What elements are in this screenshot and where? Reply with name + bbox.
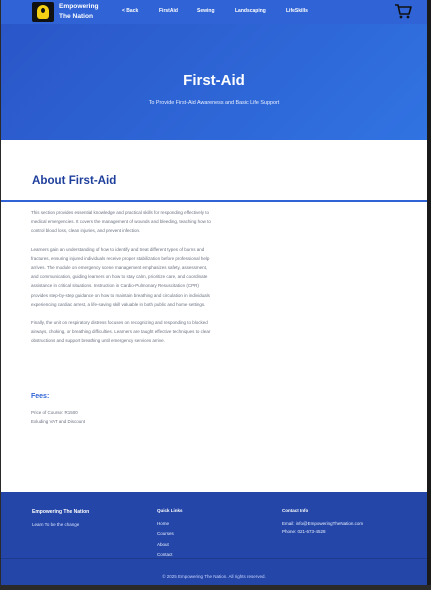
fee-note: Exluding VAT and Discount — [31, 419, 86, 424]
logo[interactable] — [32, 2, 54, 22]
contact-info-title: Contact Info — [282, 508, 309, 513]
brand-line-2: The Nation — [59, 13, 94, 20]
footer-link-home[interactable]: Home — [157, 521, 169, 526]
footer-tagline: Learn To be the change — [32, 522, 80, 527]
brand-name[interactable]: Empowering The Nation — [59, 2, 119, 22]
hero-title: First-Aid — [183, 72, 245, 89]
top-navbar: Empowering The Nation < Back FirstAid Se… — [1, 0, 427, 24]
footer-brand: Empowering The Nation — [32, 509, 90, 515]
hero-banner: First-Aid To Provide First-Aid Awareness… — [1, 24, 427, 140]
quick-links-title: Quick Links — [157, 508, 183, 513]
about-paragraph: This section provides essential knowledg… — [31, 210, 211, 234]
about-paragraph: Finally, the unit on respiratory distres… — [31, 320, 211, 344]
lightbulb-logo-icon — [37, 5, 49, 19]
about-paragraph: Learners gain an understanding of how to… — [31, 246, 210, 307]
hero-subtitle: To Provide First-Aid Awareness and Basic… — [148, 100, 280, 106]
window-scrollbar[interactable] — [427, 0, 431, 590]
nav-back[interactable]: < Back — [122, 8, 138, 14]
about-section-header: About First-Aid — [1, 140, 427, 202]
fee-price: Price of Course: R1500 — [31, 410, 78, 415]
footer-link-about[interactable]: About — [157, 542, 169, 547]
footer-link-contact[interactable]: Contact — [157, 552, 173, 557]
nav-landscaping[interactable]: Landscaping — [235, 8, 266, 14]
fees-title: Fees: — [31, 393, 50, 400]
about-title: About First-Aid — [32, 174, 117, 187]
contact-phone: Phone: 021-673-4528 — [282, 529, 326, 534]
nav-first-aid[interactable]: FirstAid — [159, 8, 178, 14]
footer: Empowering The Nation Learn To be the ch… — [1, 492, 427, 585]
nav-sewing[interactable]: Sewing — [197, 8, 215, 14]
window-edge-left — [0, 0, 1, 590]
footer-link-courses[interactable]: Courses — [157, 531, 174, 536]
taskbar-strip — [0, 585, 431, 590]
shopping-cart-icon[interactable] — [394, 3, 412, 19]
copyright: © 2025 Empowering The Nation. All rights… — [162, 574, 266, 579]
contact-email[interactable]: Email: info@EmpoweringTheNation.com — [282, 521, 363, 526]
page: Empowering The Nation < Back FirstAid Se… — [0, 0, 431, 590]
footer-divider — [1, 558, 427, 559]
about-content: This section provides essential knowledg… — [31, 208, 211, 355]
nav-lifeskills[interactable]: LifeSkills — [286, 8, 308, 14]
brand-line-1: Empowering — [59, 3, 99, 10]
